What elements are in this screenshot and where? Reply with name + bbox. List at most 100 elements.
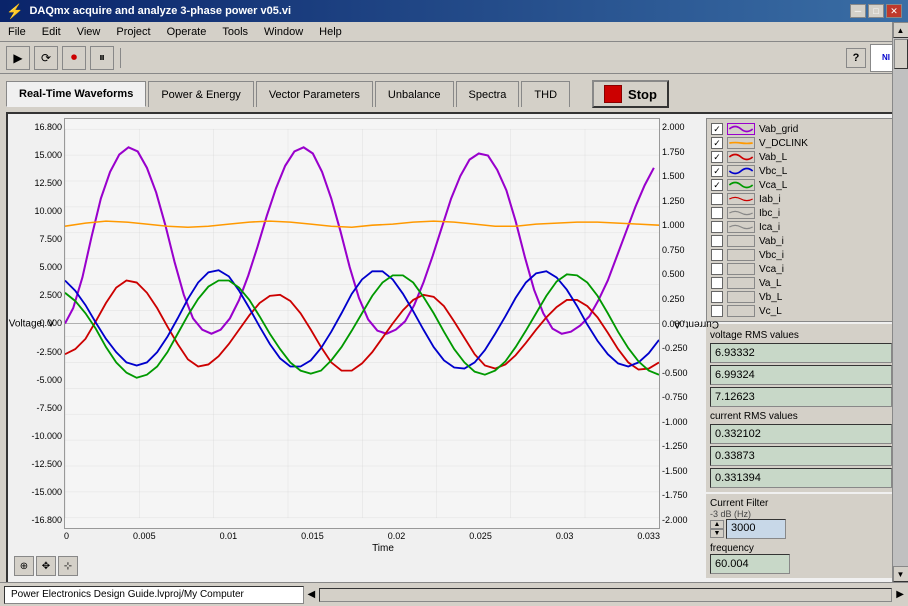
legend-item-vcal: ✓ Vca_L: [711, 179, 891, 191]
status-scrollbar[interactable]: [319, 588, 892, 602]
scroll-track: [893, 38, 908, 566]
tab-unbalance[interactable]: Unbalance: [375, 81, 454, 107]
legend-line-vcal: [727, 179, 755, 191]
legend-checkbox-vabl[interactable]: ✓: [711, 151, 723, 163]
frequency-value: 60.004: [710, 554, 790, 574]
voltage-rms-3: 7.12623: [710, 387, 892, 407]
legend-item-vbcl: ✓ Vbc_L: [711, 165, 891, 177]
legend-line-vbci: [727, 249, 755, 261]
frequency-label: frequency: [710, 543, 892, 554]
close-button[interactable]: ✕: [886, 4, 902, 18]
status-bar: Power Electronics Design Guide.lvproj/My…: [0, 582, 908, 606]
filter-sublabel: -3 dB (Hz): [710, 509, 892, 519]
menu-view[interactable]: View: [73, 25, 105, 39]
pause-button[interactable]: ⏸: [90, 46, 114, 70]
status-scroll-left[interactable]: ◀: [308, 589, 316, 600]
legend-line-vab-grid: [727, 123, 755, 135]
legend-checkbox-vbl[interactable]: [711, 291, 723, 303]
tab-spectra[interactable]: Spectra: [456, 81, 520, 107]
menu-window[interactable]: Window: [260, 25, 307, 39]
legend-item-vbci: Vbc_i: [711, 249, 891, 261]
tab-thd[interactable]: THD: [521, 81, 570, 107]
stop-icon: [604, 85, 622, 103]
stop-button[interactable]: Stop: [592, 80, 669, 108]
current-rms-3: 0.331394: [710, 468, 892, 488]
menu-edit[interactable]: Edit: [38, 25, 65, 39]
voltage-rms-label: voltage RMS values: [710, 330, 892, 341]
legend-item-vdclink: ✓ V_DCLINK: [711, 137, 891, 149]
current-rms-label: current RMS values: [710, 411, 892, 422]
legend-item-vab-grid: ✓ Vab_grid: [711, 123, 891, 135]
run-arrow-button[interactable]: ▶: [6, 46, 30, 70]
legend-checkbox-vcal[interactable]: ✓: [711, 179, 723, 191]
legend-item-vabl: ✓ Vab_L: [711, 151, 891, 163]
legend-checkbox-iabi[interactable]: [711, 193, 723, 205]
legend-line-iabi: [727, 193, 755, 205]
legend-checkbox-vcl[interactable]: [711, 305, 723, 317]
menu-project[interactable]: Project: [112, 25, 154, 39]
legend-item-icai: Ica_i: [711, 221, 891, 233]
legend-item-iabi: Iab_i: [711, 193, 891, 205]
status-text: Power Electronics Design Guide.lvproj/My…: [4, 586, 304, 604]
filter-area: Current Filter -3 dB (Hz) ▲ ▼ 3000 frequ…: [706, 494, 896, 578]
status-scroll-right[interactable]: ▶: [896, 589, 904, 600]
tab-vector-parameters[interactable]: Vector Parameters: [256, 81, 373, 107]
scroll-down-button[interactable]: ▼: [893, 566, 908, 582]
main-content: Real-Time Waveforms Power & Energy Vecto…: [0, 74, 908, 582]
legend-line-vbl: [727, 291, 755, 303]
menu-tools[interactable]: Tools: [218, 25, 252, 39]
legend-checkbox-ibci[interactable]: [711, 207, 723, 219]
filter-label: Current Filter: [710, 498, 892, 509]
scroll-up-button[interactable]: ▲: [893, 22, 908, 38]
legend-line-vabi: [727, 235, 755, 247]
legend-checkbox-vbcl[interactable]: ✓: [711, 165, 723, 177]
legend-checkbox-icai[interactable]: [711, 221, 723, 233]
filter-increment[interactable]: ▲: [710, 520, 724, 529]
legend-checkbox-vabi[interactable]: [711, 235, 723, 247]
legend-line-vdclink: [727, 137, 755, 149]
cursor-button[interactable]: ⊹: [58, 556, 78, 576]
legend-checkbox-vcai[interactable]: [711, 263, 723, 275]
filter-input[interactable]: 3000: [726, 519, 786, 539]
legend-line-ibci: [727, 207, 755, 219]
x-axis: 0 0.005 0.01 0.015 0.02 0.025 0.03 0.033: [64, 529, 660, 543]
legend-checkbox-vbci[interactable]: [711, 249, 723, 261]
chart-tools: ⊕ ✥ ⊹: [12, 554, 702, 578]
scroll-thumb[interactable]: [894, 39, 908, 69]
legend-line-vabl: [727, 151, 755, 163]
tabs-row: Real-Time Waveforms Power & Energy Vecto…: [6, 80, 902, 108]
toolbar-separator: [120, 48, 121, 68]
legend-item-vabi: Vab_i: [711, 235, 891, 247]
filter-decrement[interactable]: ▼: [710, 529, 724, 538]
menu-operate[interactable]: Operate: [163, 25, 211, 39]
run-continuously-button[interactable]: ⟳: [34, 46, 58, 70]
tab-realtime[interactable]: Real-Time Waveforms: [6, 81, 146, 107]
legend-line-icai: [727, 221, 755, 233]
minimize-button[interactable]: ─: [850, 4, 866, 18]
legend-checkbox-vab-grid[interactable]: ✓: [711, 123, 723, 135]
help-button[interactable]: ?: [846, 48, 866, 68]
pan-button[interactable]: ✥: [36, 556, 56, 576]
abort-button[interactable]: ⏺: [62, 46, 86, 70]
voltage-rms-2: 6.99324: [710, 365, 892, 385]
legend-line-vbcl: [727, 165, 755, 177]
menu-bar: File Edit View Project Operate Tools Win…: [0, 22, 908, 42]
window-title: DAQmx acquire and analyze 3-phase power …: [29, 5, 291, 17]
voltage-rms-1: 6.93332: [710, 343, 892, 363]
tab-power-energy[interactable]: Power & Energy: [148, 81, 253, 107]
legend-item-vcai: Vca_i: [711, 263, 891, 275]
filter-spinner: ▲ ▼: [710, 520, 724, 538]
chart-panel: 16.800 15.000 12.500 10.000 7.500 5.000 …: [6, 112, 902, 584]
maximize-button[interactable]: □: [868, 4, 884, 18]
menu-help[interactable]: Help: [315, 25, 346, 39]
menu-file[interactable]: File: [4, 25, 30, 39]
legend-item-val: Va_L: [711, 277, 891, 289]
right-panel: ✓ Vab_grid ✓ V_DCLINK: [706, 118, 896, 578]
y-label-right: Current, A: [674, 318, 719, 329]
current-rms-2: 0.33873: [710, 446, 892, 466]
legend-checkbox-vdclink[interactable]: ✓: [711, 137, 723, 149]
legend-checkbox-val[interactable]: [711, 277, 723, 289]
zoom-button[interactable]: ⊕: [14, 556, 34, 576]
legend-item-ibci: Ibc_i: [711, 207, 891, 219]
legend-item-vbl: Vb_L: [711, 291, 891, 303]
